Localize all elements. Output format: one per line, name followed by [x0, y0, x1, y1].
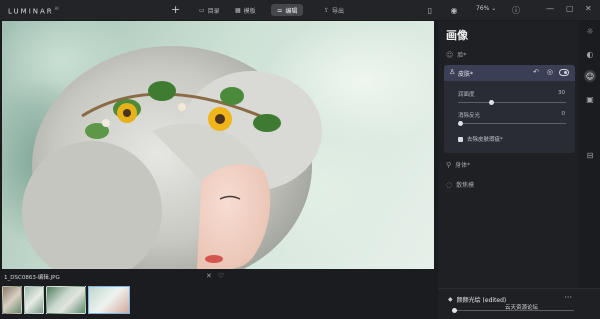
section-bokeh[interactable]: ◌ 散焦模 [446, 180, 474, 190]
palette-icon[interactable]: ◐ [584, 48, 596, 60]
smoothness-slider[interactable] [458, 100, 566, 105]
minimize-icon[interactable]: — [546, 4, 554, 13]
tab-templates[interactable]: ▦ 模板 [229, 4, 262, 16]
skin-icon: ♙ [449, 68, 456, 76]
folder-icon: ▭ [199, 6, 205, 14]
skin-tool-header[interactable]: ♙ 皮肤* ↶ ◎ [444, 65, 575, 81]
tab-catalog[interactable]: ▭ 目录 [193, 4, 226, 16]
info-icon[interactable]: ⓘ [510, 4, 522, 16]
preset-icon: ◆ [448, 296, 453, 303]
sun-icon[interactable]: ☼ [584, 25, 596, 37]
slider-knob[interactable] [452, 308, 457, 313]
slider-label: 润面度 [458, 92, 475, 98]
tool-toggle[interactable] [559, 69, 569, 76]
close-icon[interactable]: ✕ [585, 4, 592, 13]
preset-name[interactable]: ◆ 颜颜光绘 (edited) [448, 295, 506, 304]
top-toolbar: LUMINARAI + ▭ 目录 ▦ 模板 ⚌ 编辑 ⇪ 导出 ▯ ◉ 76% ⌄ ⓘ … [0, 0, 600, 20]
photo-canvas[interactable] [2, 21, 434, 269]
filmstrip [2, 286, 130, 316]
slider-label: 消除反光 [458, 113, 481, 119]
zoom-level[interactable]: 76% ⌄ [476, 5, 496, 12]
panel-toggle-icon[interactable]: ▯ [424, 4, 436, 16]
checkbox-icon[interactable] [458, 136, 463, 142]
panel-title: 画像 [446, 29, 468, 42]
portrait-icon[interactable]: ☺ [584, 70, 596, 82]
visibility-icon[interactable]: ◎ [547, 68, 553, 76]
face-icon: ☺ [446, 50, 454, 59]
aperture-icon: ◌ [446, 180, 453, 189]
watermark: 云天资源论坛 [505, 305, 539, 311]
eye-icon[interactable]: ◉ [448, 4, 460, 16]
add-icon[interactable]: + [171, 3, 180, 16]
undo-icon[interactable]: ↶ [533, 68, 539, 76]
slider-knob[interactable] [458, 121, 463, 126]
thumbnail[interactable] [46, 286, 86, 314]
tool-category-rail: ☼ ◐ ☺ ▣ ⊟ [580, 21, 600, 319]
thumbnail[interactable] [2, 286, 22, 314]
skin-tool-card: ♙ 皮肤* ↶ ◎ 润面度 30 消除反光 0 去除皮肤瑕疵* [444, 65, 575, 153]
reject-icon[interactable]: ✕ [206, 272, 218, 280]
layers-icon[interactable]: ⊟ [584, 149, 596, 161]
thumbnail[interactable] [24, 286, 44, 314]
export-icon: ⇪ [324, 6, 330, 14]
tab-export[interactable]: ⇪ 导出 [318, 4, 350, 16]
edit-panel: 画像 ☺ 脸* ♙ 皮肤* ↶ ◎ 润面度 30 消除反光 0 去除皮肤瑕疵* … [438, 21, 579, 319]
portrait-photo [22, 46, 322, 269]
slider-knob[interactable] [488, 100, 494, 105]
thumbnail-selected[interactable] [88, 286, 130, 314]
pro-icon[interactable]: ▣ [584, 93, 596, 105]
remove-blemishes-checkbox[interactable]: 去除皮肤瑕疵* [458, 135, 503, 143]
maximize-icon[interactable]: ▢ [566, 4, 574, 13]
sliders-icon: ⚌ [277, 6, 283, 14]
app-logo: LUMINARAI [8, 6, 59, 16]
filmstrip-actions: ✕♡ [206, 272, 230, 280]
grid-icon: ▦ [235, 6, 241, 14]
image-filename: 1_DSC0863-编辑.JPG [4, 275, 60, 281]
slider-value: 0 [561, 111, 566, 117]
body-icon: ⚲ [446, 160, 452, 169]
slider-value: 30 [558, 90, 565, 96]
tab-edit[interactable]: ⚌ 编辑 [271, 4, 304, 16]
shine-removal-slider[interactable] [458, 121, 566, 126]
favorite-icon[interactable]: ♡ [218, 272, 230, 280]
section-face[interactable]: ☺ 脸* [446, 50, 466, 60]
more-icon[interactable]: ··· [564, 293, 572, 302]
section-body[interactable]: ⚲ 身体* [446, 160, 470, 170]
